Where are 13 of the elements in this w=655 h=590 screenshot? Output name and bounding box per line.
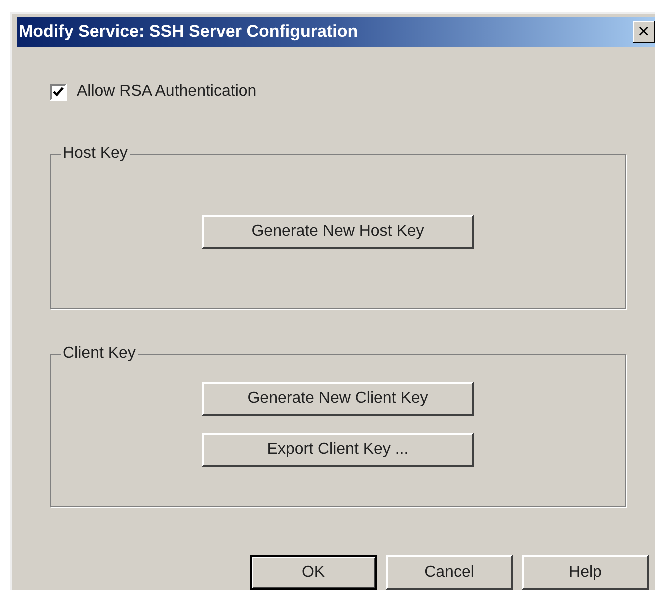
action-button[interactable]: Generate New Client Key — [202, 382, 474, 416]
dialog-button[interactable]: Help — [522, 555, 649, 590]
dialog-button[interactable]: OK — [250, 555, 377, 590]
window-title: Modify Service: SSH Server Configuration — [19, 21, 358, 44]
check-icon — [53, 87, 64, 97]
group-title: Client Key — [61, 344, 138, 364]
checkbox[interactable] — [50, 84, 67, 100]
close-button[interactable]: × — [633, 21, 655, 43]
group-title: Host Key — [61, 144, 130, 164]
action-button[interactable]: Generate New Host Key — [202, 215, 474, 249]
action-button[interactable]: Export Client Key ... — [202, 433, 474, 467]
checkbox-label: Allow RSA Authentication — [77, 82, 257, 102]
dialog-button[interactable]: Cancel — [386, 555, 513, 590]
